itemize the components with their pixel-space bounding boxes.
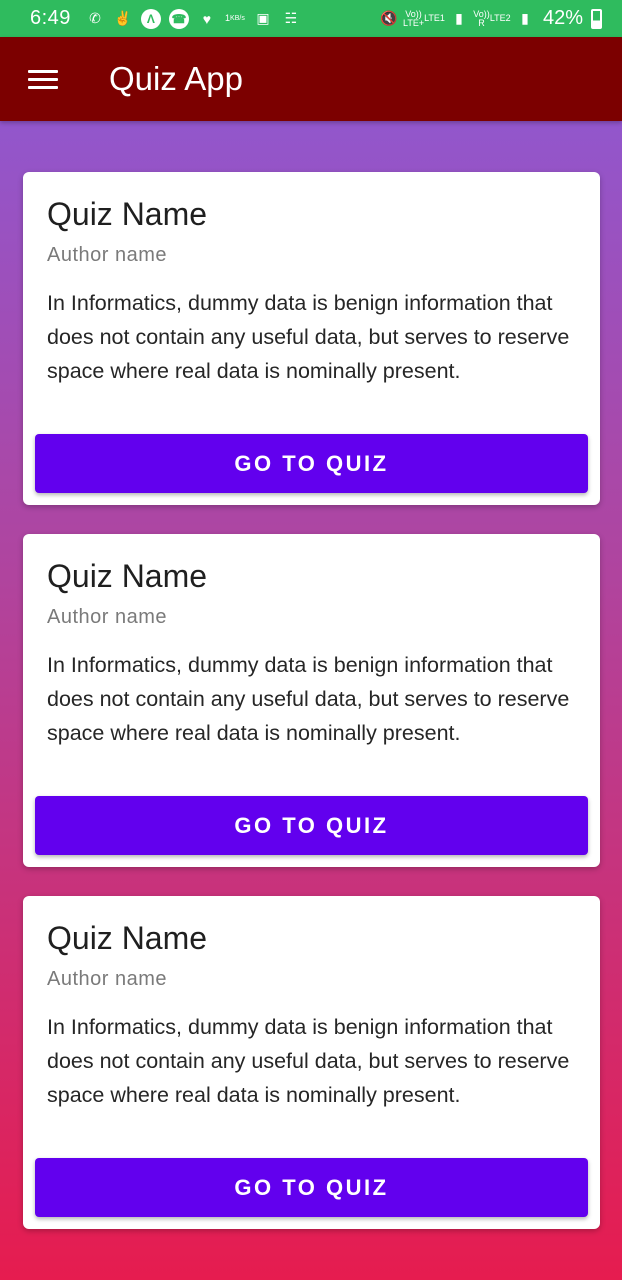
go-to-quiz-button[interactable]: GO TO QUIZ [35, 1158, 588, 1217]
wifi-icon: ☵ [284, 10, 298, 26]
status-left: 6:49 ✆ ✌ Λ ☎ ♥ 1 KB/s ▣ ☵ [30, 7, 301, 30]
sim2-indicator: Vo)) R LTE2 [473, 9, 510, 29]
network-speed-unit: KB/s [230, 15, 245, 22]
quiz-title: Quiz Name [47, 196, 208, 232]
quiz-card: Quiz Name Author name In Informatics, du… [23, 172, 600, 505]
battery-icon [591, 8, 602, 29]
sim2-label: Vo)) R [473, 8, 490, 28]
app-title: Quiz App [109, 60, 243, 97]
call-forward-icon: ✆ [89, 10, 101, 26]
quiz-description: In Informatics, dummy data is benign inf… [47, 1015, 570, 1107]
menu-icon-line [28, 78, 58, 81]
battery-percent: 42% [542, 7, 583, 29]
menu-icon[interactable] [28, 68, 58, 90]
network-speed-indicator: 1 KB/s [225, 9, 245, 29]
app-bar: Quiz App [0, 37, 622, 121]
sim1-sub: LTE1 [424, 13, 445, 23]
status-time: 6:49 [30, 7, 71, 29]
sim2-sub: LTE2 [489, 13, 511, 23]
quiz-card: Quiz Name Author name In Informatics, du… [23, 896, 600, 1229]
status-right: 🔇 Vo)) LTE+ LTE1 ▮ Vo)) R LTE2 ▮ 42% [379, 7, 602, 30]
quiz-title: Quiz Name [47, 920, 208, 956]
menu-icon-line [28, 86, 58, 89]
quiz-author: Author name [47, 244, 168, 266]
go-to-quiz-button[interactable]: GO TO QUIZ [35, 796, 588, 855]
app-notification-icon: Λ [140, 8, 161, 29]
whatsapp-icon: ☎ [168, 8, 189, 29]
quiz-title: Quiz Name [47, 558, 208, 594]
signal-icon: ▮ [455, 10, 463, 26]
menu-icon-line [28, 70, 58, 73]
quiz-description: In Informatics, dummy data is benign inf… [47, 291, 570, 383]
quiz-author: Author name [47, 968, 168, 990]
quiz-description: In Informatics, dummy data is benign inf… [47, 653, 570, 745]
go-to-quiz-button[interactable]: GO TO QUIZ [35, 434, 588, 493]
mute-icon: 🔇 [380, 10, 398, 26]
signal-icon: ▮ [521, 10, 529, 26]
gallery-icon: ▣ [256, 10, 270, 26]
hand-money-icon: ✌ [114, 10, 132, 26]
sim1-indicator: Vo)) LTE+ LTE1 [403, 9, 445, 29]
quiz-author: Author name [47, 606, 168, 628]
quiz-card: Quiz Name Author name In Informatics, du… [23, 534, 600, 867]
status-bar: 6:49 ✆ ✌ Λ ☎ ♥ 1 KB/s ▣ ☵ 🔇 Vo)) LTE+ LT… [0, 0, 622, 37]
heart-icon: ♥ [202, 10, 212, 27]
sim1-label: Vo)) LTE+ [403, 8, 425, 28]
